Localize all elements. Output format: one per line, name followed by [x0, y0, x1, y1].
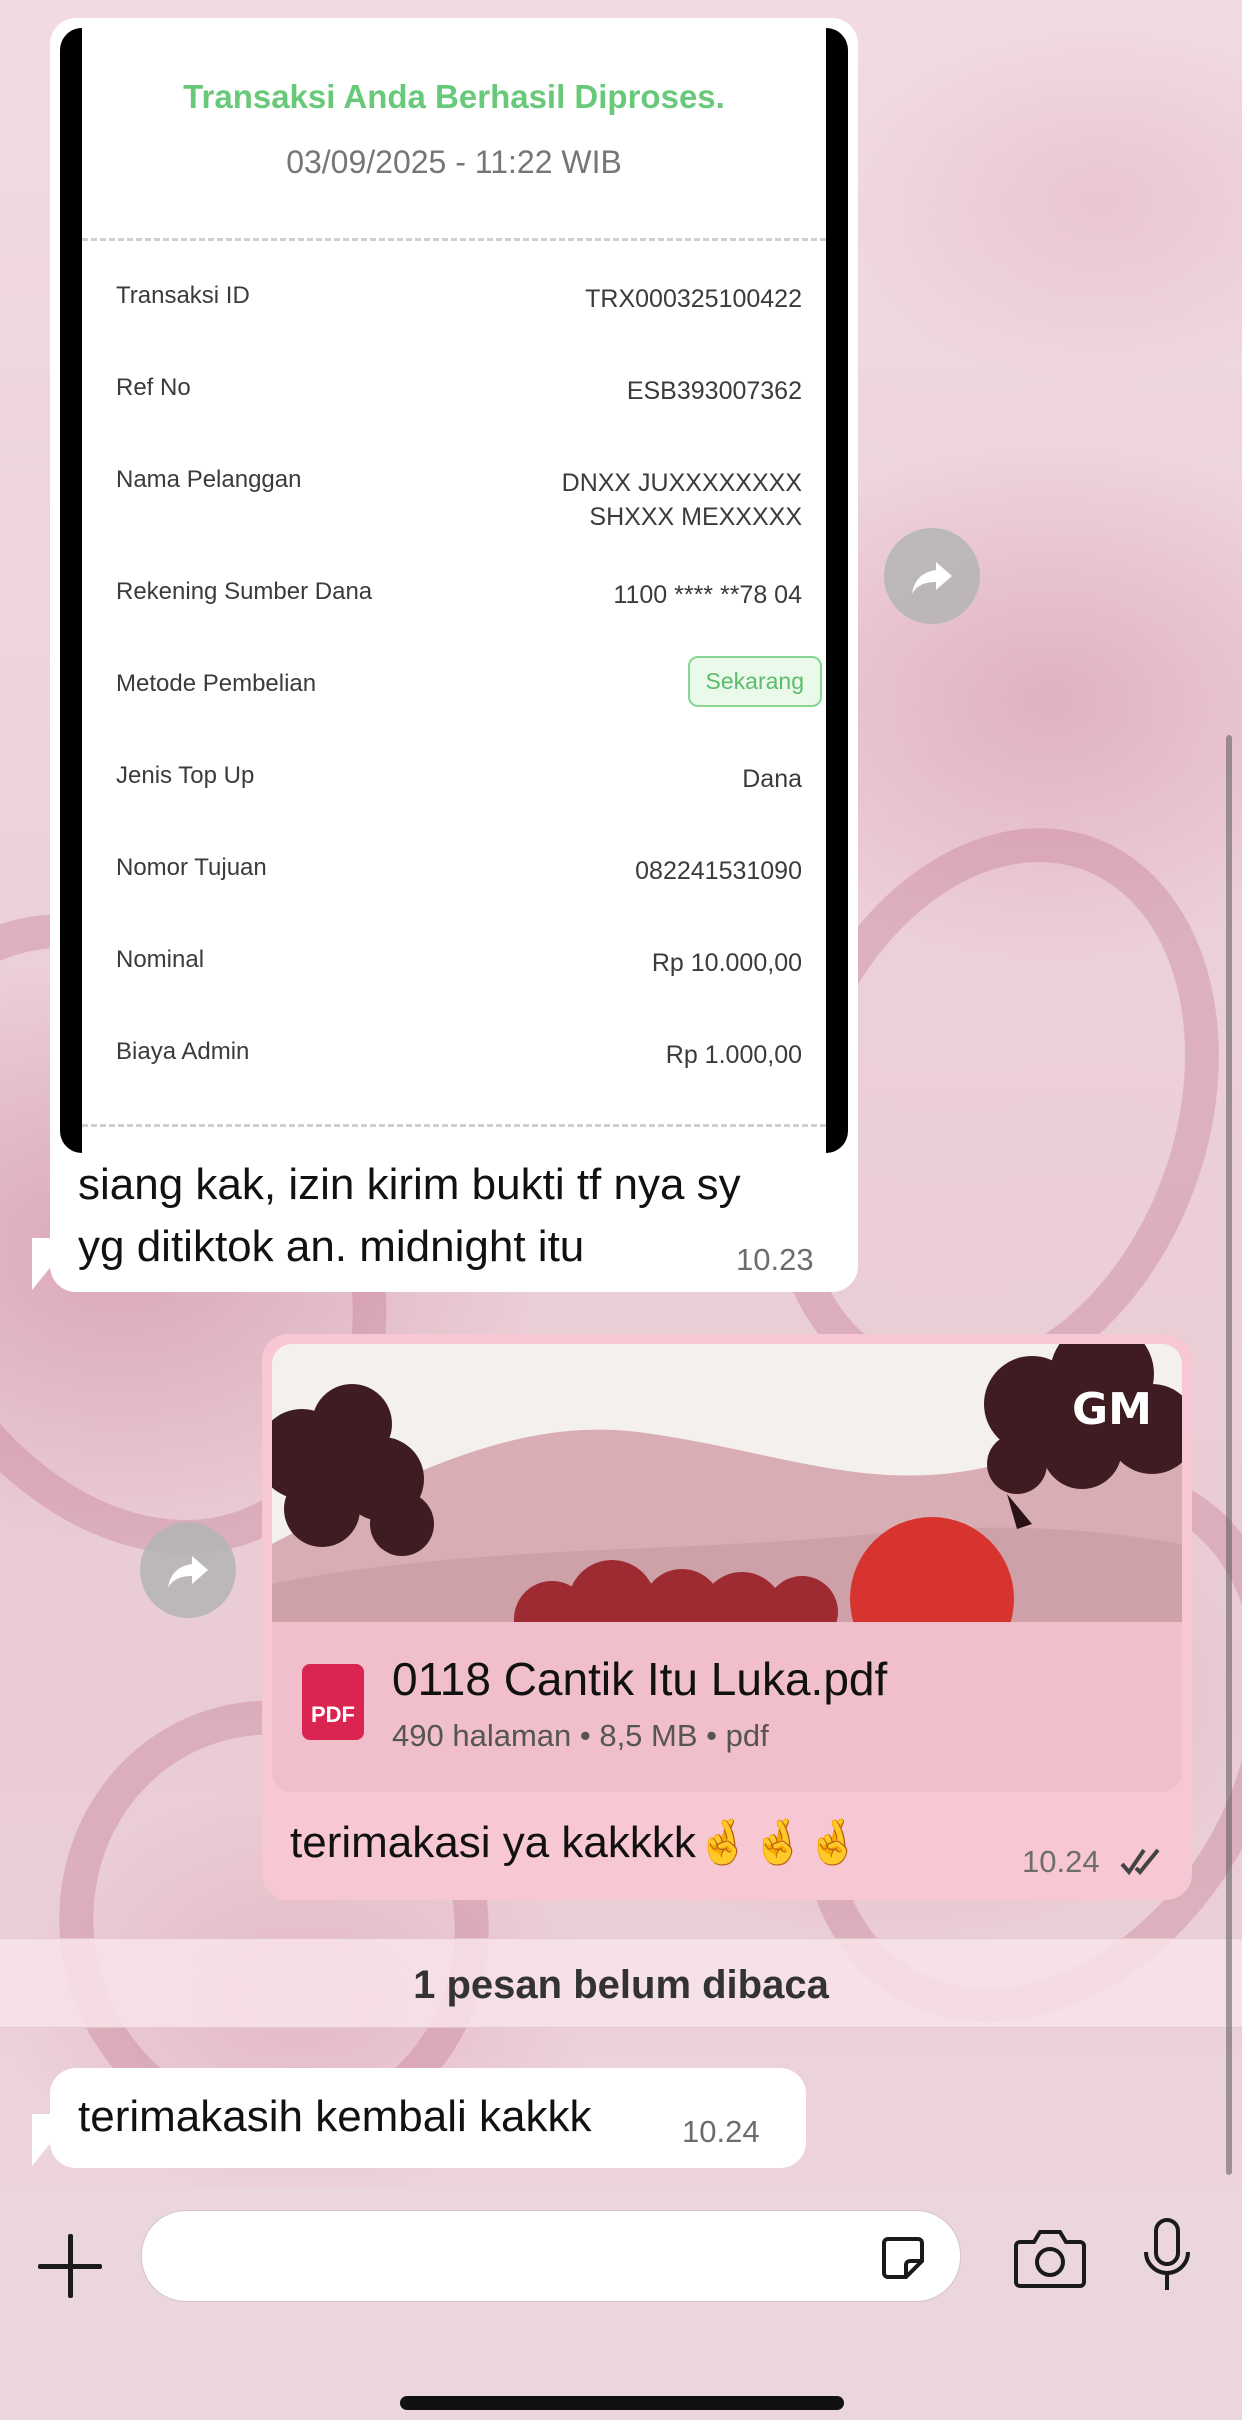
publisher-logo: GM — [1072, 1384, 1152, 1435]
message-time: 10.23 — [736, 1242, 814, 1277]
divider — [82, 238, 826, 241]
receipt-datetime: 03/09/2025 - 11:22 WIB — [286, 144, 622, 180]
file-name: 0118 Cantik Itu Luka.pdf — [392, 1653, 888, 1705]
incoming-message[interactable]: terimakasih kembali kakkk 10.24 — [50, 2068, 806, 2168]
forward-icon — [168, 1556, 208, 1588]
message-time: 10.24 — [1022, 1844, 1100, 1879]
divider — [82, 1124, 826, 1127]
home-indicator — [400, 2396, 844, 2410]
file-meta: 490 halaman • 8,5 MB • pdf — [392, 1718, 769, 1753]
pdf-file-info[interactable]: PDF 0118 Cantik Itu Luka.pdf 490 halaman… — [272, 1622, 1182, 1792]
message-time: 10.24 — [682, 2114, 760, 2149]
scrollbar[interactable] — [1226, 735, 1232, 2175]
read-check-icon — [1120, 1848, 1160, 1876]
forward-button[interactable] — [140, 1522, 236, 1618]
receipt-image[interactable]: Transaksi Anda Berhasil Diproses. 03/09/… — [60, 28, 848, 1153]
microphone-icon[interactable] — [1142, 2218, 1192, 2296]
status-badge: Sekarang — [687, 656, 822, 707]
unread-messages-divider: 1 pesan belum dibaca — [0, 1938, 1242, 2028]
pdf-file-icon: PDF — [302, 1664, 364, 1740]
pdf-cover-preview[interactable]: GM — [272, 1344, 1182, 1622]
sticker-icon[interactable] — [878, 2233, 928, 2283]
outgoing-message-pdf[interactable]: GM PDF 0118 Cantik Itu Luka.pdf 490 hala… — [262, 1334, 1192, 1900]
message-caption: terimakasi ya kakkkk🤞🤞🤞 — [290, 1818, 861, 1867]
incoming-message-receipt[interactable]: Transaksi Anda Berhasil Diproses. 03/09/… — [50, 18, 858, 1292]
book-cover-image — [272, 1344, 1182, 1622]
receipt-title: Transaksi Anda Berhasil Diproses. — [183, 78, 725, 115]
forward-button[interactable] — [884, 528, 980, 624]
message-text: siang kak, izin kirim bukti tf nya sy yg… — [78, 1160, 741, 1271]
camera-icon[interactable] — [1014, 2228, 1086, 2288]
attach-plus-icon[interactable] — [38, 2234, 102, 2298]
message-input-bar — [0, 2188, 1242, 2420]
forward-icon — [912, 562, 952, 594]
message-input[interactable] — [141, 2210, 961, 2302]
message-text: terimakasih kembali kakkk — [78, 2092, 592, 2141]
